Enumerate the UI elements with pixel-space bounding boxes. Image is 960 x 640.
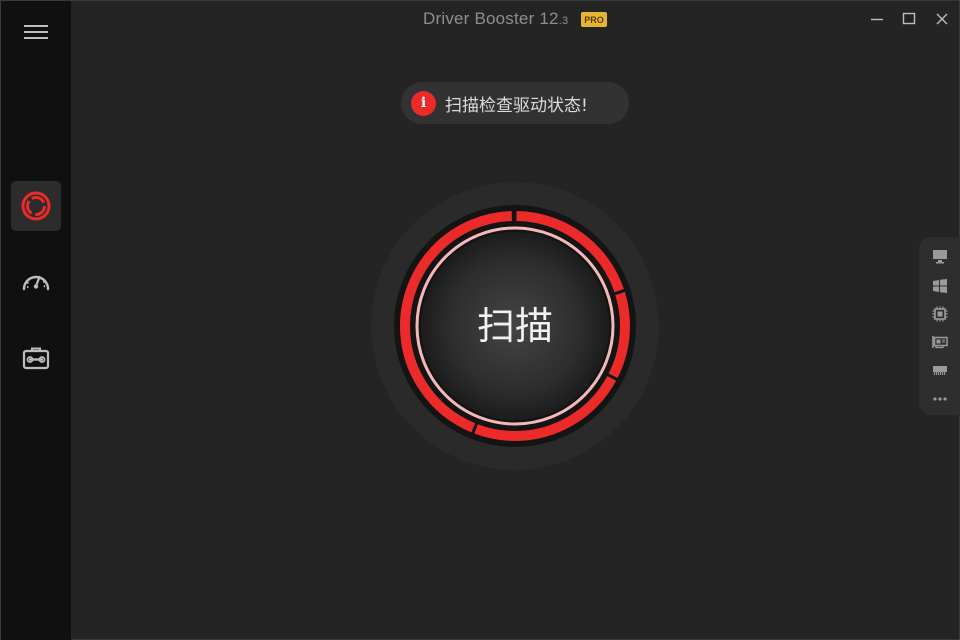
sidebar-item-toolbox[interactable] xyxy=(11,333,61,383)
windows-icon[interactable] xyxy=(930,276,950,296)
close-button[interactable] xyxy=(930,8,954,30)
sidebar-item-boost[interactable] xyxy=(11,257,61,307)
close-icon xyxy=(936,13,948,25)
alert-info-icon: i xyxy=(411,90,436,116)
memory-icon[interactable] xyxy=(930,360,950,380)
scan-button[interactable] xyxy=(371,182,659,470)
pro-badge: PRO xyxy=(581,12,607,27)
minimize-button[interactable] xyxy=(865,8,889,30)
driver-scan-icon xyxy=(21,191,51,221)
title-bar: Driver Booster 12.3 PRO xyxy=(71,1,960,39)
speedometer-icon xyxy=(22,275,50,291)
scan-button-graphic xyxy=(371,182,659,470)
app-title: Driver Booster 12.3 xyxy=(423,9,569,28)
monitor-icon[interactable] xyxy=(930,246,950,266)
status-banner: i 扫描检查驱动状态! xyxy=(401,82,629,124)
status-message: 扫描检查驱动状态! xyxy=(445,95,588,116)
toolbox-icon xyxy=(22,347,50,370)
app-version: .3 xyxy=(558,15,569,27)
network-card-icon[interactable] xyxy=(930,332,950,352)
sidebar xyxy=(1,1,71,640)
maximize-button[interactable] xyxy=(897,8,921,30)
hamburger-menu-icon[interactable] xyxy=(21,21,51,43)
more-icon[interactable] xyxy=(930,389,950,409)
sidebar-item-scan[interactable] xyxy=(11,181,61,231)
hardware-panel xyxy=(919,237,960,415)
chip-icon[interactable] xyxy=(930,304,950,324)
maximize-icon xyxy=(902,12,916,25)
minimize-icon xyxy=(871,18,883,21)
app-window: Driver Booster 12.3 PRO i 扫描检查驱动状态! 扫描 xyxy=(0,0,960,640)
scan-button-face xyxy=(421,232,609,420)
